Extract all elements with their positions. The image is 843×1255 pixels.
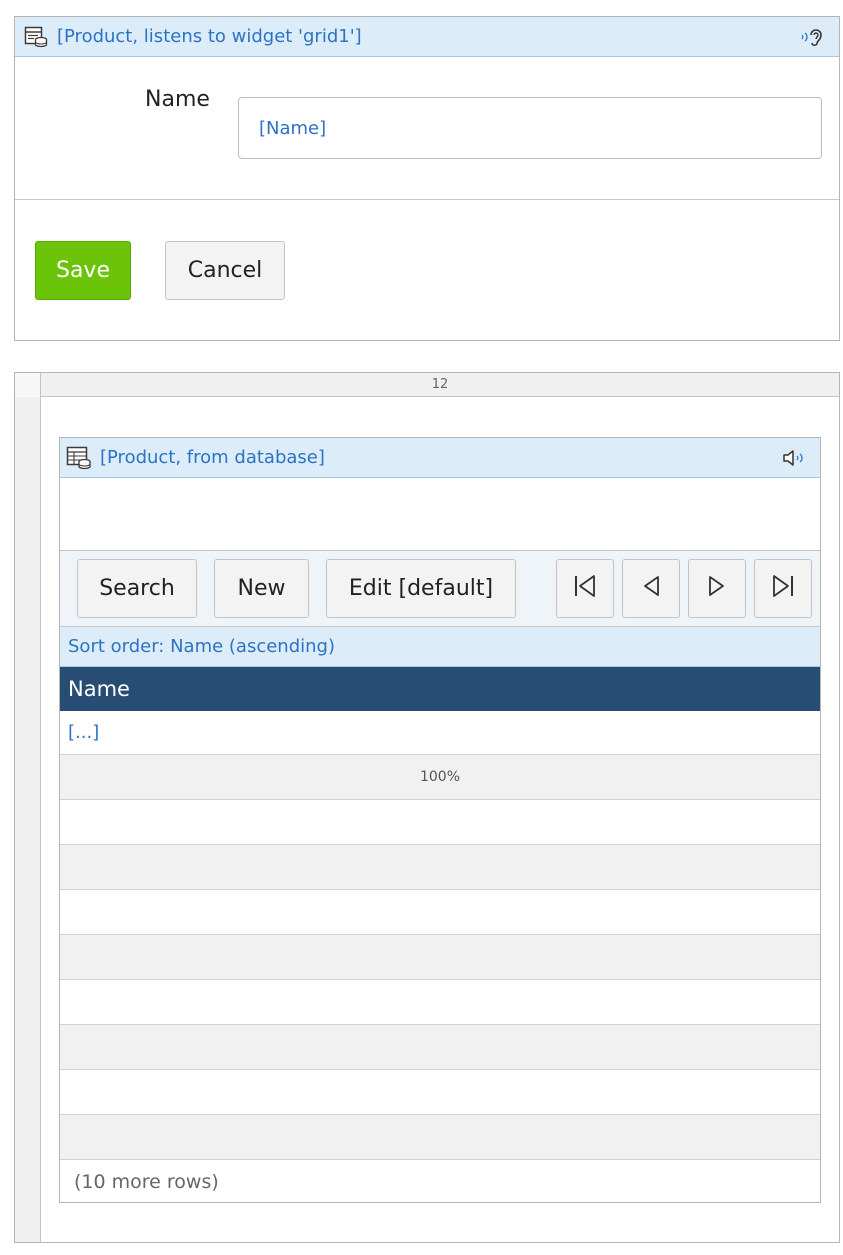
name-input[interactable]: [Name] [238,97,822,159]
table-row[interactable] [60,935,820,980]
grid-header: [Product, from database] [60,438,820,478]
layout-corner [15,373,41,397]
next-page-icon [704,572,730,606]
sort-order-label: Sort order: Name (ascending) [60,627,820,667]
last-page-button[interactable] [754,559,812,618]
search-button[interactable]: Search [77,559,197,618]
next-page-button[interactable] [688,559,746,618]
new-button[interactable]: New [214,559,309,618]
table-row[interactable] [60,845,820,890]
column-width-row: 100% [60,755,820,800]
dataview-header: [Product, listens to widget 'grid1'] [15,17,839,57]
column-width-label: 12 [431,377,449,392]
table-row[interactable] [60,800,820,845]
table-row[interactable] [60,1115,820,1160]
grid-search-area [60,478,820,551]
cancel-button[interactable]: Cancel [165,241,285,300]
product-grid: [Product, from database] Search New Edit… [59,437,821,1203]
save-button[interactable]: Save [35,241,131,300]
listen-ear-icon [799,25,829,49]
table-row[interactable] [60,1070,820,1115]
column-header-name[interactable]: Name [60,667,820,711]
layout-grid: 12 [Product, from database] Search New E… [14,372,840,1243]
layout-row-bar [15,397,41,1242]
grid-title: [Product, from database] [100,447,325,468]
dataview-title: [Product, listens to widget 'grid1'] [57,26,362,47]
table-row[interactable] [60,980,820,1025]
grid-icon [66,445,92,471]
table-row[interactable] [60,1025,820,1070]
name-label: Name [145,87,210,112]
last-page-icon [770,572,796,606]
first-page-button[interactable] [556,559,614,618]
table-row[interactable]: [...] [60,711,820,755]
edit-button[interactable]: Edit [default] [326,559,516,618]
product-dataview: [Product, listens to widget 'grid1'] Nam… [14,16,840,341]
dataview-icon [23,24,49,50]
first-page-icon [572,572,598,606]
speaker-broadcast-icon [780,446,810,470]
grid-toolbar: Search New Edit [default] [60,551,820,627]
table-row[interactable] [60,890,820,935]
previous-page-icon [638,572,664,606]
more-rows-label: (10 more rows) [74,1171,219,1193]
previous-page-button[interactable] [622,559,680,618]
layout-column-bar: 12 [15,373,839,397]
